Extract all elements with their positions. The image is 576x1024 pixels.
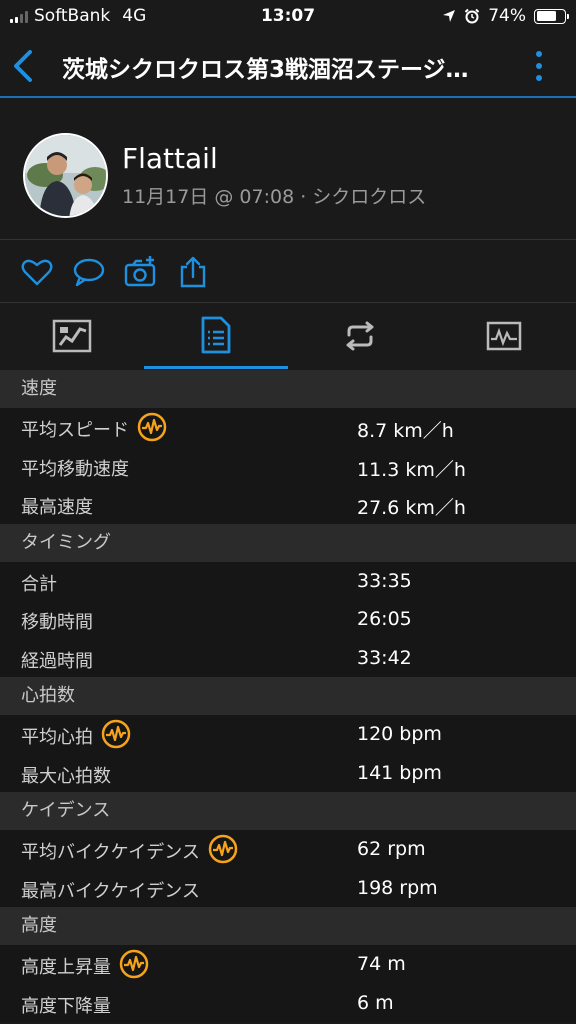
action-bar xyxy=(0,241,576,303)
battery-percent: 74% xyxy=(488,6,526,26)
like-button[interactable] xyxy=(20,255,54,289)
page-title: 茨城シクロクロス第3戦涸沼ステージ… xyxy=(62,57,469,83)
activity-meta: 11月17日 @ 07:08 · シクロクロス xyxy=(122,186,427,208)
stat-label: 高度下降量 xyxy=(21,992,111,1018)
chevron-left-icon xyxy=(14,50,32,82)
map-overview-icon xyxy=(52,319,92,353)
stat-row: 平均バイクケイデンス 62 rpm xyxy=(0,830,576,869)
stat-label: 高度上昇量 xyxy=(21,949,149,979)
stat-label: 経過時間 xyxy=(21,647,93,673)
heartrate-badge-icon[interactable] xyxy=(101,719,131,749)
share-button[interactable] xyxy=(176,255,210,289)
heartrate-badge-icon[interactable] xyxy=(137,412,167,442)
battery-icon xyxy=(534,8,569,24)
alarm-icon xyxy=(464,8,480,24)
activity-header: Flattail 11月17日 @ 07:08 · シクロクロス xyxy=(0,100,576,240)
heart-icon xyxy=(21,259,53,286)
stat-label-text: 最高速度 xyxy=(21,497,93,518)
stat-label: 最大心拍数 xyxy=(21,762,111,788)
stat-value: 198 rpm xyxy=(357,876,438,899)
stat-value: 33:42 xyxy=(357,646,412,669)
stat-value: 11.3 km／h xyxy=(357,458,466,481)
stat-value: 74 m xyxy=(357,953,406,975)
stat-label-text: 移動時間 xyxy=(21,612,93,633)
stat-label-text: 平均心拍 xyxy=(21,727,93,748)
tab-laps[interactable] xyxy=(288,303,432,369)
stat-row: 高度上昇量 74 m xyxy=(0,945,576,984)
heartrate-badge-icon[interactable] xyxy=(119,949,149,979)
stat-label: 移動時間 xyxy=(21,608,93,634)
stat-value: 26:05 xyxy=(357,608,412,630)
nav-bar: 茨城シクロクロス第3戦涸沼ステージ… xyxy=(0,34,576,98)
back-button[interactable] xyxy=(8,46,40,86)
stat-row: 移動時間 26:05 xyxy=(0,600,576,639)
tab-bar xyxy=(0,303,576,369)
stat-label-text: 最大心拍数 xyxy=(21,765,111,787)
stat-row: 高度下降量 6 m xyxy=(0,983,576,1022)
section-header: 速度 xyxy=(0,370,576,408)
stat-label: 平均スピード xyxy=(21,412,167,442)
repeat-icon xyxy=(346,321,374,351)
camera-plus-icon xyxy=(124,256,156,287)
stat-row: 平均スピード 8.7 km／h xyxy=(0,408,576,447)
more-options-button[interactable] xyxy=(532,46,546,86)
stat-row: 平均心拍 120 bpm xyxy=(0,715,576,754)
chart-icon xyxy=(486,321,522,351)
stat-label-text: 高度下降量 xyxy=(21,995,111,1017)
stat-value: 120 bpm xyxy=(357,723,442,745)
status-right: 74% xyxy=(442,6,569,26)
stat-label-text: 最高バイクケイデンス xyxy=(21,880,200,902)
stat-label-text: 高度上昇量 xyxy=(21,957,111,978)
section-header: ケイデンス xyxy=(0,792,576,830)
avatar-photo xyxy=(25,135,106,216)
stat-label: 最高バイクケイデンス xyxy=(21,877,200,903)
stat-row: 経過時間 33:42 xyxy=(0,638,576,677)
stat-value: 141 bpm xyxy=(357,761,442,784)
stat-label: 平均バイクケイデンス xyxy=(21,834,238,864)
stat-label: 平均移動速度 xyxy=(21,455,129,481)
stat-value: 27.6 km／h xyxy=(357,497,466,519)
avatar[interactable] xyxy=(23,133,108,218)
stat-label-text: 平均移動速度 xyxy=(21,458,129,480)
stat-row: 合計 33:35 xyxy=(0,561,576,600)
stat-value: 6 m xyxy=(357,991,394,1014)
stat-label: 最高速度 xyxy=(21,493,93,519)
heartrate-badge-icon[interactable] xyxy=(208,834,238,864)
stat-label-text: 平均バイクケイデンス xyxy=(21,842,200,863)
status-bar: SoftBank 4G 13:07 74% xyxy=(0,0,576,34)
section-header: 心拍数 xyxy=(0,677,576,715)
stat-label-text: 合計 xyxy=(21,573,57,595)
stat-label-text: 平均スピード xyxy=(21,420,129,441)
stat-row: 平均移動速度 11.3 km／h xyxy=(0,446,576,485)
stat-value: 62 rpm xyxy=(357,838,426,860)
stat-row: 最高速度 27.6 km／h xyxy=(0,485,576,524)
more-dot xyxy=(536,75,542,81)
section-header: タイミング xyxy=(0,523,576,562)
speech-bubble-icon xyxy=(73,258,105,287)
tab-charts[interactable] xyxy=(432,303,576,369)
location-arrow-icon xyxy=(443,10,456,22)
tab-stats[interactable] xyxy=(144,303,288,369)
stat-value: 33:35 xyxy=(357,569,412,592)
stat-label-text: 経過時間 xyxy=(21,650,93,672)
more-dot xyxy=(536,63,542,69)
stat-row: 最大心拍数 141 bpm xyxy=(0,753,576,792)
user-name[interactable]: Flattail xyxy=(122,142,218,175)
document-list-icon xyxy=(201,316,231,353)
stat-label: 平均心拍 xyxy=(21,719,131,749)
section-header: 高度 xyxy=(0,907,576,945)
add-photo-button[interactable] xyxy=(124,255,158,289)
more-dot xyxy=(536,51,542,57)
share-icon xyxy=(180,256,206,288)
stat-row: 最高バイクケイデンス 198 rpm xyxy=(0,868,576,907)
stat-value: 8.7 km／h xyxy=(357,420,454,442)
comment-button[interactable] xyxy=(72,255,106,289)
battery-level-fill xyxy=(536,11,557,21)
stats-list: 速度平均スピード 8.7 km／h 平均移動速度 11.3 km／h 最高速度 27.6 … xyxy=(0,370,576,1022)
tab-overview[interactable] xyxy=(0,303,144,369)
stat-label: 合計 xyxy=(21,570,57,596)
